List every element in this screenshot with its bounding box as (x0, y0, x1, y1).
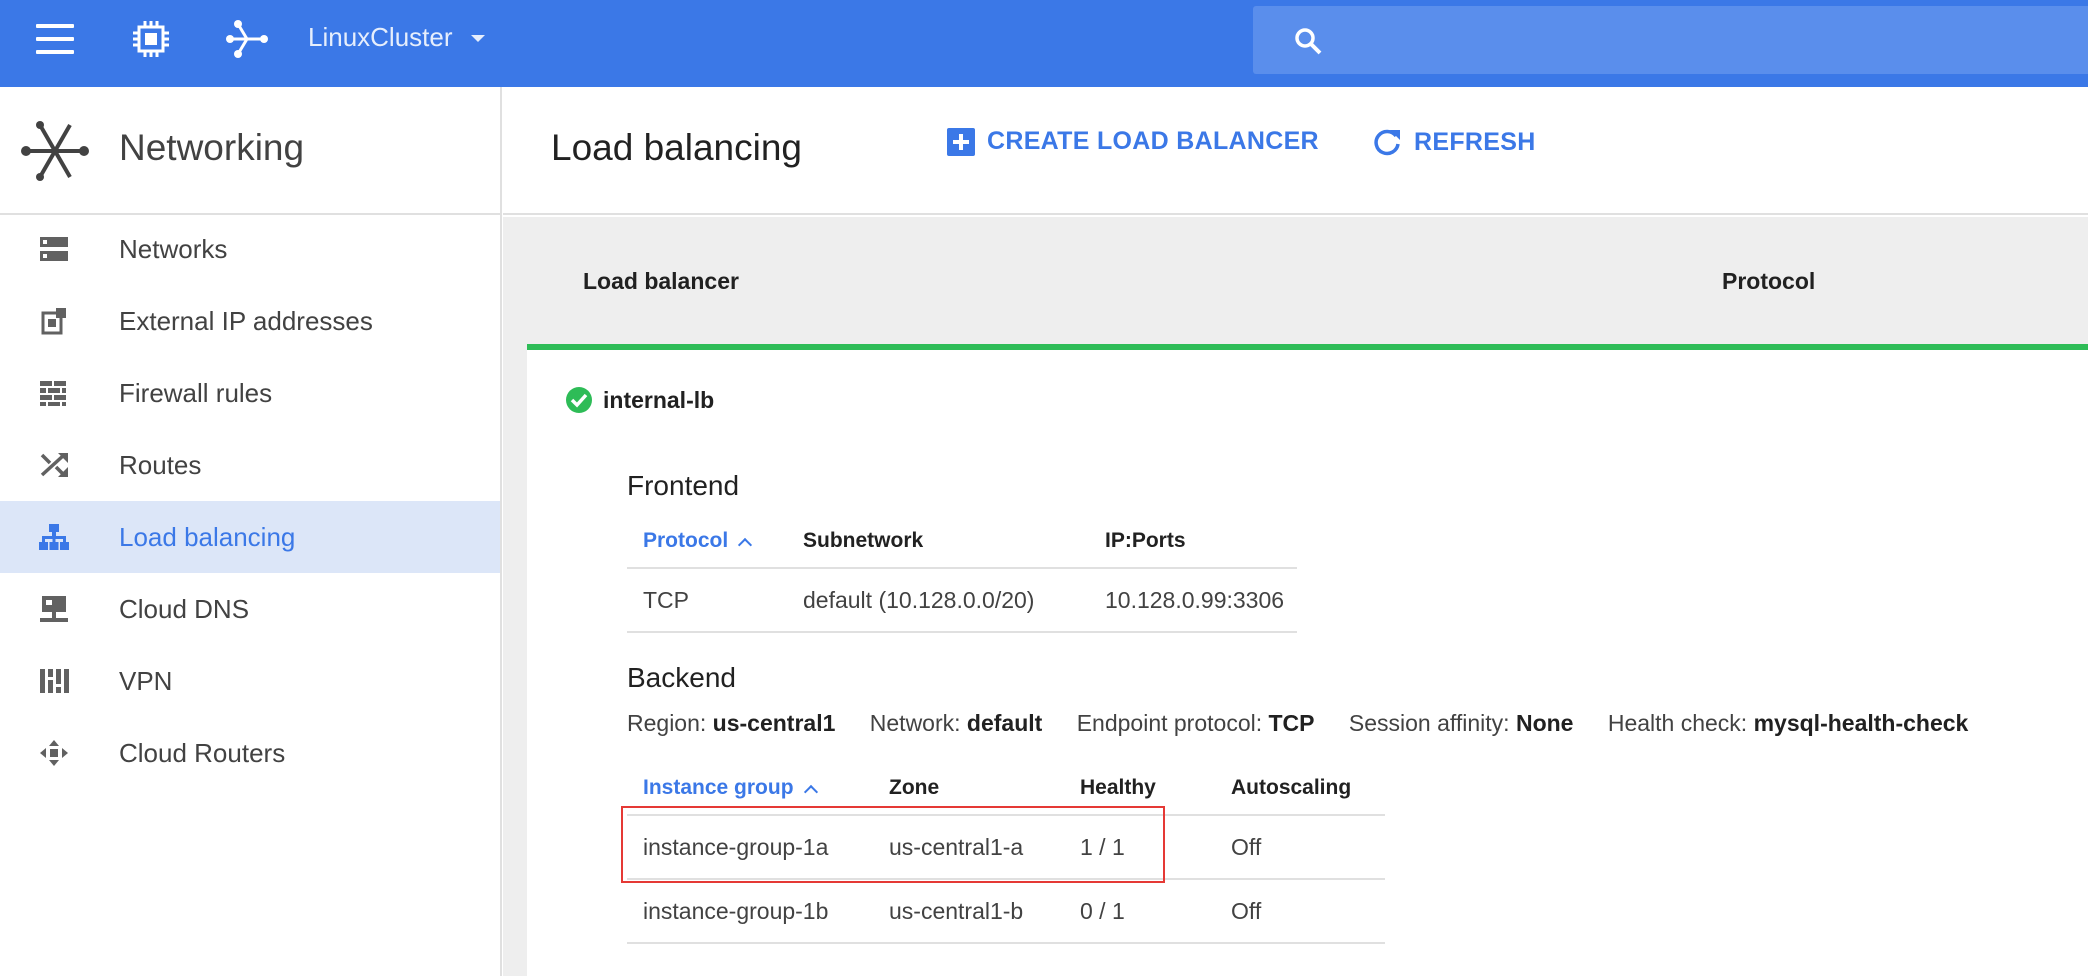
sidebar-item-label: Routes (119, 449, 202, 480)
table-row: TCP default (10.128.0.0/20) 10.128.0.99:… (627, 568, 1297, 633)
backend-col-zone[interactable]: Zone (873, 761, 1064, 816)
project-selector[interactable]: LinuxCluster (308, 22, 453, 53)
endpoint-protocol-value: TCP (1268, 710, 1315, 736)
sidebar-item-cloud-dns[interactable]: Cloud DNS (0, 573, 500, 645)
endpoint-protocol-label: Endpoint protocol: (1076, 710, 1263, 736)
networks-icon (40, 237, 68, 261)
search-input[interactable] (1253, 6, 2088, 74)
network-value: default (966, 710, 1043, 736)
page-title: Load balancing (551, 127, 802, 168)
routes-icon (40, 453, 68, 477)
table-row: instance-group-1a us-central1-a 1 / 1 Of… (627, 815, 1385, 880)
create-load-balancer-label: CREATE LOAD BALANCER (987, 127, 1319, 155)
autoscaling-cell: Off (1215, 879, 1385, 944)
region-label: Region: (627, 710, 707, 736)
refresh-icon (1374, 129, 1400, 156)
frontend-ip-ports-cell: 10.128.0.99:3306 (1089, 568, 1297, 633)
sidebar-item-label: Networks (119, 233, 228, 264)
sort-ascending-icon (738, 537, 753, 552)
backend-table: Instance group Zone Healthy Autoscaling … (627, 761, 1385, 944)
frontend-title: Frontend (627, 470, 740, 501)
sidebar-nav: Networks External IP addresses Firewall … (0, 213, 500, 789)
sidebar-item-external-ip[interactable]: External IP addresses (0, 285, 500, 357)
sidebar-item-networks[interactable]: Networks (0, 213, 500, 285)
backend-meta: Region: us-central1 Network: default End… (627, 710, 1996, 737)
top-app-bar: LinuxCluster (0, 0, 2088, 87)
healthy-cell: 1 / 1 (1064, 815, 1215, 880)
instance-group-cell[interactable]: instance-group-1b (627, 879, 873, 944)
session-affinity-value: None (1515, 710, 1574, 736)
column-header-load-balancer[interactable]: Load balancer (583, 268, 739, 295)
autoscaling-cell: Off (1215, 815, 1385, 880)
health-check-value: mysql-health-check (1753, 710, 1969, 736)
zone-cell: us-central1-b (873, 879, 1064, 944)
frontend-col-protocol[interactable]: Protocol (627, 514, 787, 569)
sort-ascending-icon (803, 784, 818, 799)
chevron-down-icon[interactable] (471, 35, 485, 42)
refresh-label: REFRESH (1414, 127, 1536, 156)
sidebar-item-load-balancing[interactable]: Load balancing (0, 501, 500, 573)
frontend-col-subnetwork[interactable]: Subnetwork (787, 514, 1089, 569)
sidebar-item-label: Cloud Routers (119, 737, 286, 768)
sidebar-header: Networking (0, 87, 500, 215)
cloud-routers-icon (40, 740, 68, 766)
page-header: Load balancing CREATE LOAD BALANCER REFR… (503, 87, 2088, 215)
sidebar-item-vpn[interactable]: VPN (0, 645, 500, 717)
sidebar-title: Networking (119, 127, 305, 168)
load-balancer-name[interactable]: internal-lb (603, 387, 714, 414)
hamburger-menu-icon[interactable] (36, 24, 74, 54)
frontend-subnetwork-cell: default (10.128.0.0/20) (787, 568, 1089, 633)
frontend-col-ip-ports[interactable]: IP:Ports (1089, 514, 1297, 569)
region-value: us-central1 (712, 710, 836, 736)
session-affinity-label: Session affinity: (1348, 710, 1510, 736)
sidebar-item-label: External IP addresses (119, 305, 373, 336)
search-icon (1295, 28, 1322, 55)
create-load-balancer-button[interactable]: CREATE LOAD BALANCER (947, 127, 1319, 156)
column-header-protocol[interactable]: Protocol (1722, 268, 1815, 295)
sidebar-item-cloud-routers[interactable]: Cloud Routers (0, 717, 500, 789)
load-balancer-row[interactable]: internal-lb (565, 386, 714, 414)
zone-cell: us-central1-a (873, 815, 1064, 880)
firewall-icon (40, 381, 66, 406)
network-label: Network: (869, 710, 961, 736)
cloud-dns-icon (40, 596, 68, 622)
sidebar-item-label: VPN (119, 665, 173, 696)
health-check-label: Health check: (1607, 710, 1748, 736)
vpn-icon (40, 669, 69, 693)
instance-group-cell[interactable]: instance-group-1a (627, 815, 873, 880)
compute-chip-icon[interactable] (130, 18, 172, 60)
frontend-protocol-cell: TCP (627, 568, 787, 633)
table-row: instance-group-1b us-central1-b 0 / 1 Of… (627, 879, 1385, 944)
networking-logo-icon (21, 121, 89, 181)
sidebar: Networking Networks External IP addresse… (0, 87, 502, 976)
healthy-cell: 0 / 1 (1064, 879, 1215, 944)
sidebar-item-firewall[interactable]: Firewall rules (0, 357, 500, 429)
sidebar-item-label: Load balancing (119, 521, 296, 552)
check-circle-icon (566, 387, 592, 413)
sidebar-item-routes[interactable]: Routes (0, 429, 500, 501)
network-node-icon[interactable] (224, 16, 270, 62)
external-ip-icon (41, 308, 66, 335)
backend-col-healthy[interactable]: Healthy (1064, 761, 1215, 816)
add-box-icon (947, 127, 975, 156)
refresh-button[interactable]: REFRESH (1372, 127, 1536, 157)
frontend-table: Protocol Subnetwork IP:Ports TCP default… (627, 514, 1297, 633)
backend-col-autoscaling[interactable]: Autoscaling (1215, 761, 1385, 816)
sidebar-item-label: Cloud DNS (119, 593, 250, 624)
load-balancing-icon (39, 524, 69, 550)
load-balancer-detail-card: internal-lb Frontend Protocol Subnetwork… (527, 344, 2088, 976)
backend-title: Backend (627, 662, 736, 693)
sidebar-item-label: Firewall rules (119, 377, 273, 408)
backend-col-instance-group[interactable]: Instance group (627, 761, 873, 816)
